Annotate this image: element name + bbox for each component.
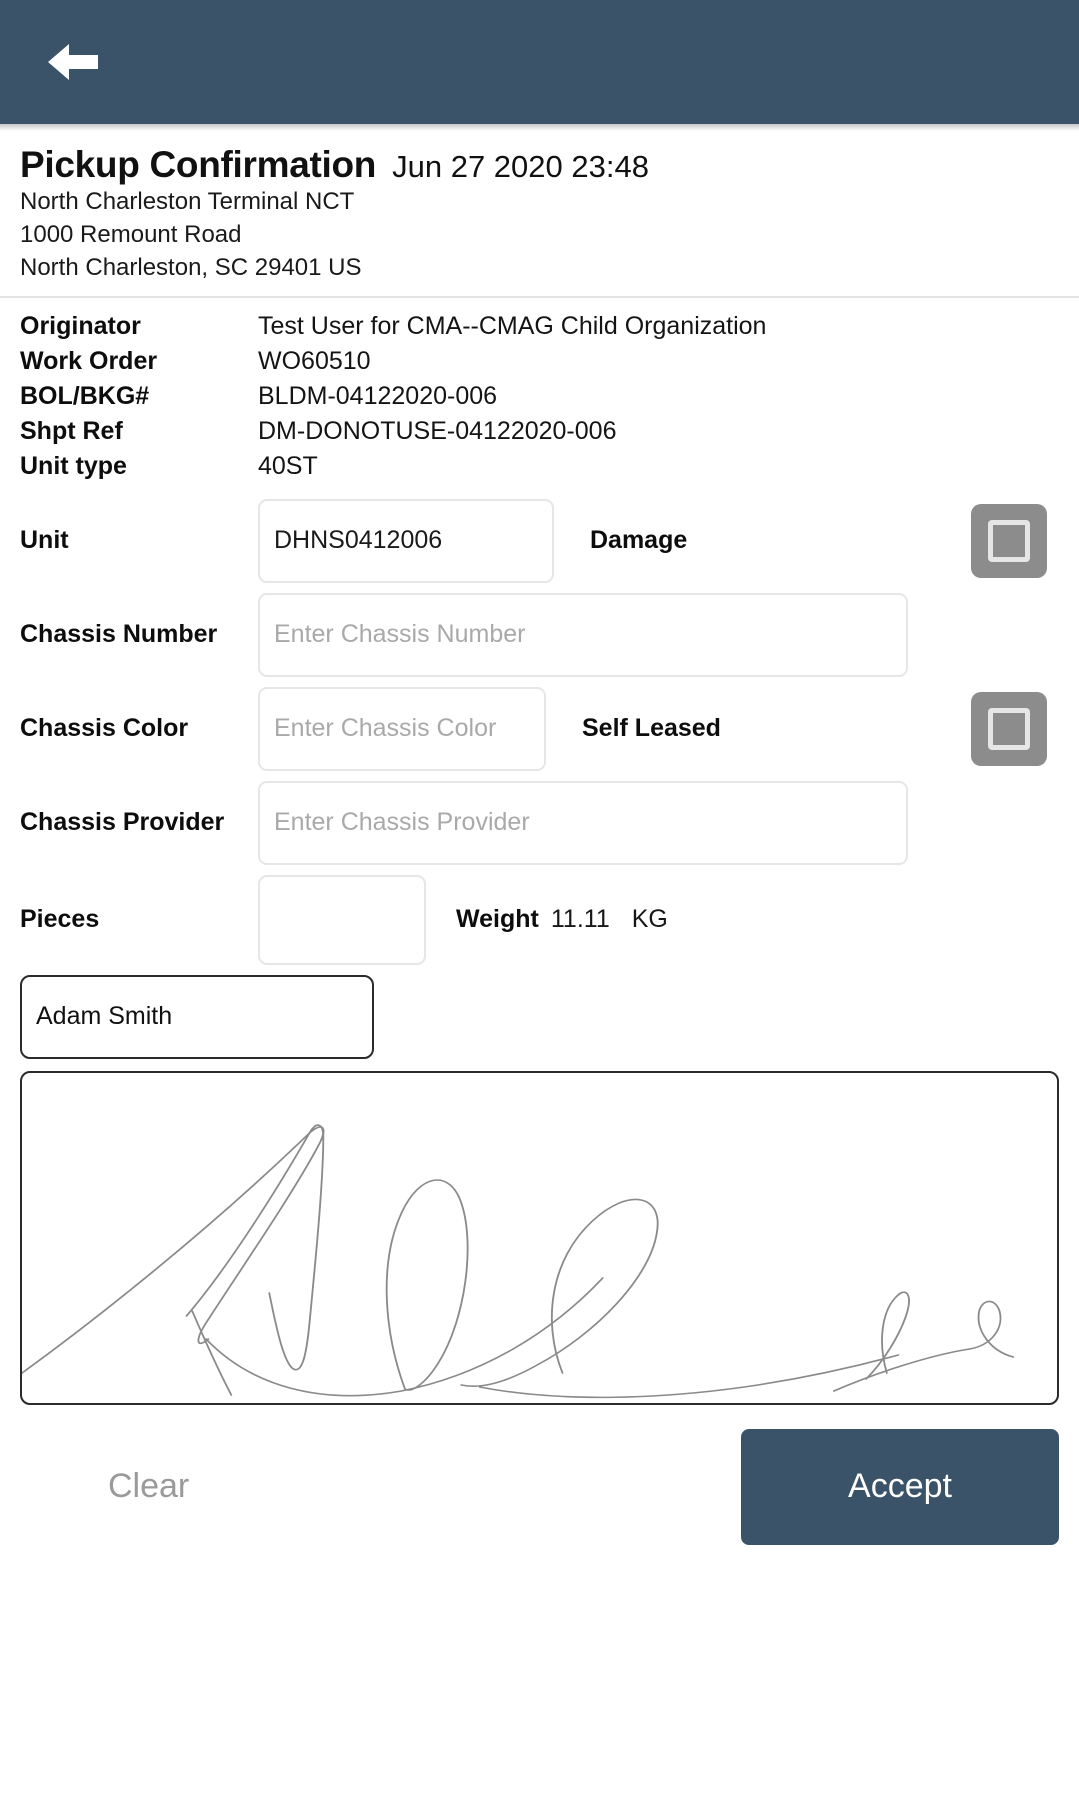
accept-button[interactable]: Accept <box>741 1428 1059 1545</box>
chassis-provider-label: Chassis Provider <box>20 808 225 837</box>
table-row: Unit type 40ST <box>0 452 1079 487</box>
pieces-weight-row: Pieces Weight 11.11 KG <box>0 874 1079 965</box>
header-block: Pickup Confirmation Jun 27 2020 23:48 No… <box>0 124 1079 298</box>
page-date: Jun 27 2020 23:48 <box>392 149 649 184</box>
unit-row: Unit Damage <box>0 498 1079 583</box>
title-row: Pickup Confirmation Jun 27 2020 23:48 <box>20 144 1059 185</box>
damage-checkbox[interactable] <box>971 503 1047 578</box>
chassis-color-input[interactable] <box>258 686 546 771</box>
arrow-left-icon <box>45 41 101 83</box>
info-value-unit-type: 40ST <box>258 451 318 480</box>
self-leased-checkbox[interactable] <box>971 691 1047 766</box>
chassis-provider-row: Chassis Provider <box>0 780 1079 865</box>
info-label-shpt-ref: Shpt Ref <box>20 416 123 445</box>
checkbox-square-icon <box>988 519 1030 562</box>
self-leased-label: Self Leased <box>582 714 721 743</box>
table-row: BOL/BKG# BLDM-04122020-006 <box>0 382 1079 417</box>
info-value-originator: Test User for CMA--CMAG Child Organizati… <box>258 311 767 340</box>
back-button[interactable] <box>42 31 104 93</box>
chassis-number-input[interactable] <box>258 592 908 677</box>
chassis-number-label: Chassis Number <box>20 620 218 649</box>
table-row: Shpt Ref DM-DONOTUSE-04122020-006 <box>0 417 1079 452</box>
pieces-input[interactable] <box>258 874 426 965</box>
info-label-work-order: Work Order <box>20 346 158 375</box>
weight-label: Weight <box>456 905 539 934</box>
city-state-zip: North Charleston, SC 29401 US <box>20 253 362 281</box>
chassis-color-label: Chassis Color <box>20 714 189 743</box>
signature-pad[interactable] <box>20 1070 1059 1405</box>
chassis-number-row: Chassis Number <box>0 592 1079 677</box>
info-label-originator: Originator <box>20 311 141 340</box>
pieces-label: Pieces <box>20 905 100 934</box>
action-bar: Clear Accept <box>0 1428 1079 1545</box>
info-value-bol-bkg: BLDM-04122020-006 <box>258 381 498 410</box>
table-row: Originator Test User for CMA--CMAG Child… <box>0 312 1079 347</box>
weight-uom: KG <box>631 905 668 934</box>
clear-button[interactable]: Clear <box>108 1467 189 1506</box>
damage-label: Damage <box>590 526 688 555</box>
table-row: Work Order WO60510 <box>0 347 1079 382</box>
app-bar <box>0 0 1079 131</box>
page-title: Pickup Confirmation <box>20 144 377 185</box>
checkbox-square-icon <box>988 707 1030 750</box>
info-value-shpt-ref: DM-DONOTUSE-04122020-006 <box>258 416 617 445</box>
unit-input[interactable] <box>258 498 554 583</box>
unit-label: Unit <box>20 526 69 555</box>
chassis-color-row: Chassis Color Self Leased <box>0 686 1079 771</box>
info-value-work-order: WO60510 <box>258 346 371 375</box>
weight-value: 11.11 <box>550 905 610 934</box>
terminal-name: North Charleston Terminal NCT <box>20 188 355 215</box>
chassis-provider-input[interactable] <box>258 780 908 865</box>
signer-name-input[interactable] <box>20 974 374 1059</box>
street-address: 1000 Remount Road <box>20 220 242 248</box>
form-area: Unit Damage Chassis Number Chassis Color… <box>0 489 1079 965</box>
info-label-bol-bkg: BOL/BKG# <box>20 381 150 410</box>
info-label-unit-type: Unit type <box>20 451 127 480</box>
info-table: Originator Test User for CMA--CMAG Child… <box>0 298 1079 489</box>
